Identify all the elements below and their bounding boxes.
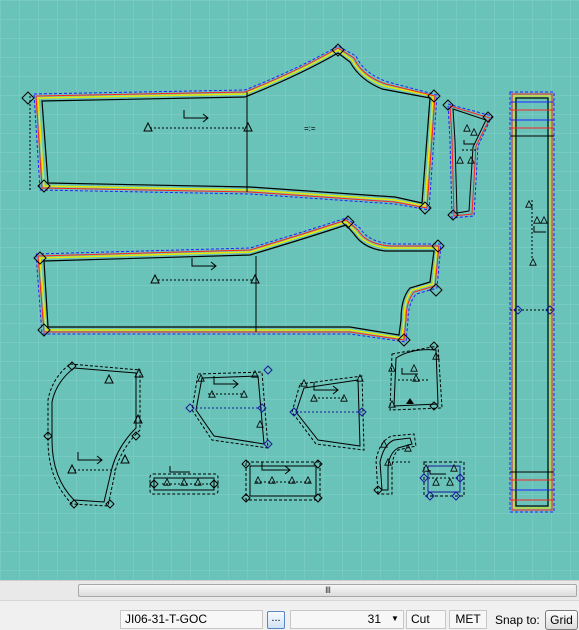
chevron-down-icon[interactable]: ▼	[391, 614, 399, 623]
snap-label: Snap to:	[495, 613, 540, 627]
svg-text:=:=: =:=	[304, 124, 316, 133]
scrollbar-thumb[interactable]: III	[78, 584, 577, 597]
size-select[interactable]: 31	[290, 610, 404, 629]
canvas-grid	[0, 0, 579, 580]
snap-grid-button[interactable]: Grid	[545, 610, 578, 630]
units-field[interactable]: MET	[449, 610, 487, 629]
mode-field[interactable]: Cut	[406, 610, 446, 629]
pattern-canvas[interactable]: =:=	[0, 0, 579, 580]
scrollbar-grip: III	[325, 586, 331, 596]
file-name-field[interactable]: JI06-31-T-GOC	[120, 610, 263, 629]
browse-button[interactable]: ...	[267, 611, 285, 629]
horizontal-scrollbar[interactable]: III	[0, 580, 579, 600]
status-bar: JI06-31-T-GOC ... 31 ▼ Cut MET Snap to: …	[0, 600, 579, 630]
